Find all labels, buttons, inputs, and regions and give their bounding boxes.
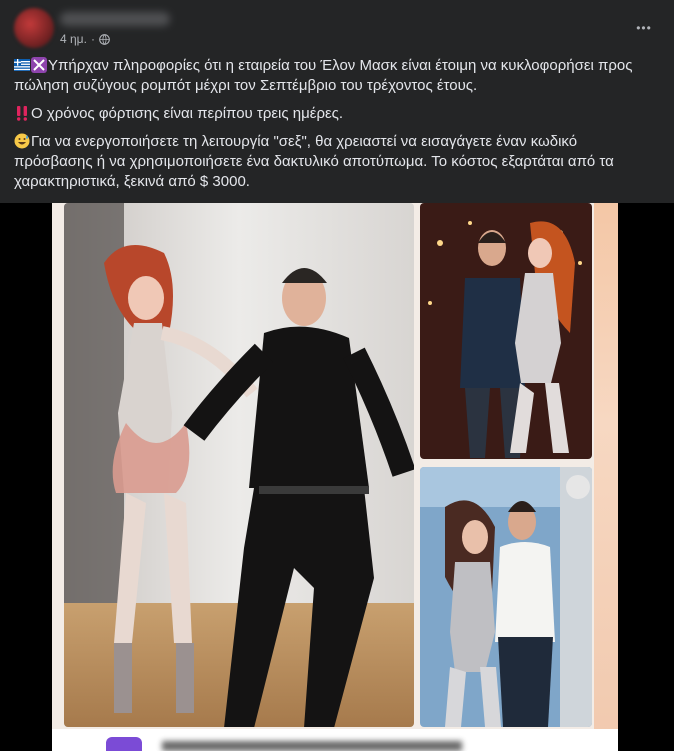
avatar[interactable] (14, 8, 54, 48)
app-badge-icon (106, 737, 142, 751)
collage-footer-strip (52, 729, 618, 751)
greek-flag-icon (14, 59, 30, 71)
more-horizontal-icon: ••• (636, 21, 652, 35)
caption-text-2: Ο χρόνος φόρτισης είναι περίπου τρεις ημ… (31, 105, 344, 122)
post-media[interactable] (0, 203, 674, 751)
caption-paragraph-2: Ο χρόνος φόρτισης είναι περίπου τρεις ημ… (14, 104, 654, 124)
grinning-sweat-face-icon (14, 133, 30, 149)
author-name-redacted[interactable] (60, 12, 170, 26)
caption-text-3: Για να ενεργοποιήσετε τη λειτουργία "σεξ… (14, 133, 614, 190)
collage-top-right-image[interactable] (420, 203, 592, 459)
meta-separator: · (90, 32, 95, 46)
collage-main-image[interactable] (64, 203, 414, 727)
collage-decoration (594, 203, 618, 751)
post-time[interactable]: 4 ημ. (60, 32, 87, 46)
post-meta: 4 ημ. · (60, 32, 110, 46)
dancing-couple-illustration (64, 203, 414, 727)
footer-text-cropped (162, 741, 462, 751)
more-options-button[interactable]: ••• (630, 14, 658, 42)
post-caption: Υπήρχαν πληροφορίες ότι η εταιρεία του Έ… (14, 56, 654, 200)
embracing-couple-scene (420, 467, 592, 727)
caption-paragraph-3: Για να ενεργοποιήσετε τη λειτουργία "σεξ… (14, 132, 654, 192)
caption-text-1: Υπήρχαν πληροφορίες ότι η εταιρεία του Έ… (14, 57, 633, 94)
crossed-swords-icon (31, 57, 47, 73)
caption-paragraph-1: Υπήρχαν πληροφορίες ότι η εταιρεία του Έ… (14, 56, 654, 96)
globe-icon[interactable] (99, 33, 110, 45)
post-header: 4 ημ. · ••• (0, 0, 674, 52)
image-collage[interactable] (52, 203, 618, 751)
dancing-couple-scene-2 (420, 203, 592, 459)
double-exclamation-icon (17, 106, 27, 121)
collage-bottom-right-image[interactable] (420, 467, 592, 727)
